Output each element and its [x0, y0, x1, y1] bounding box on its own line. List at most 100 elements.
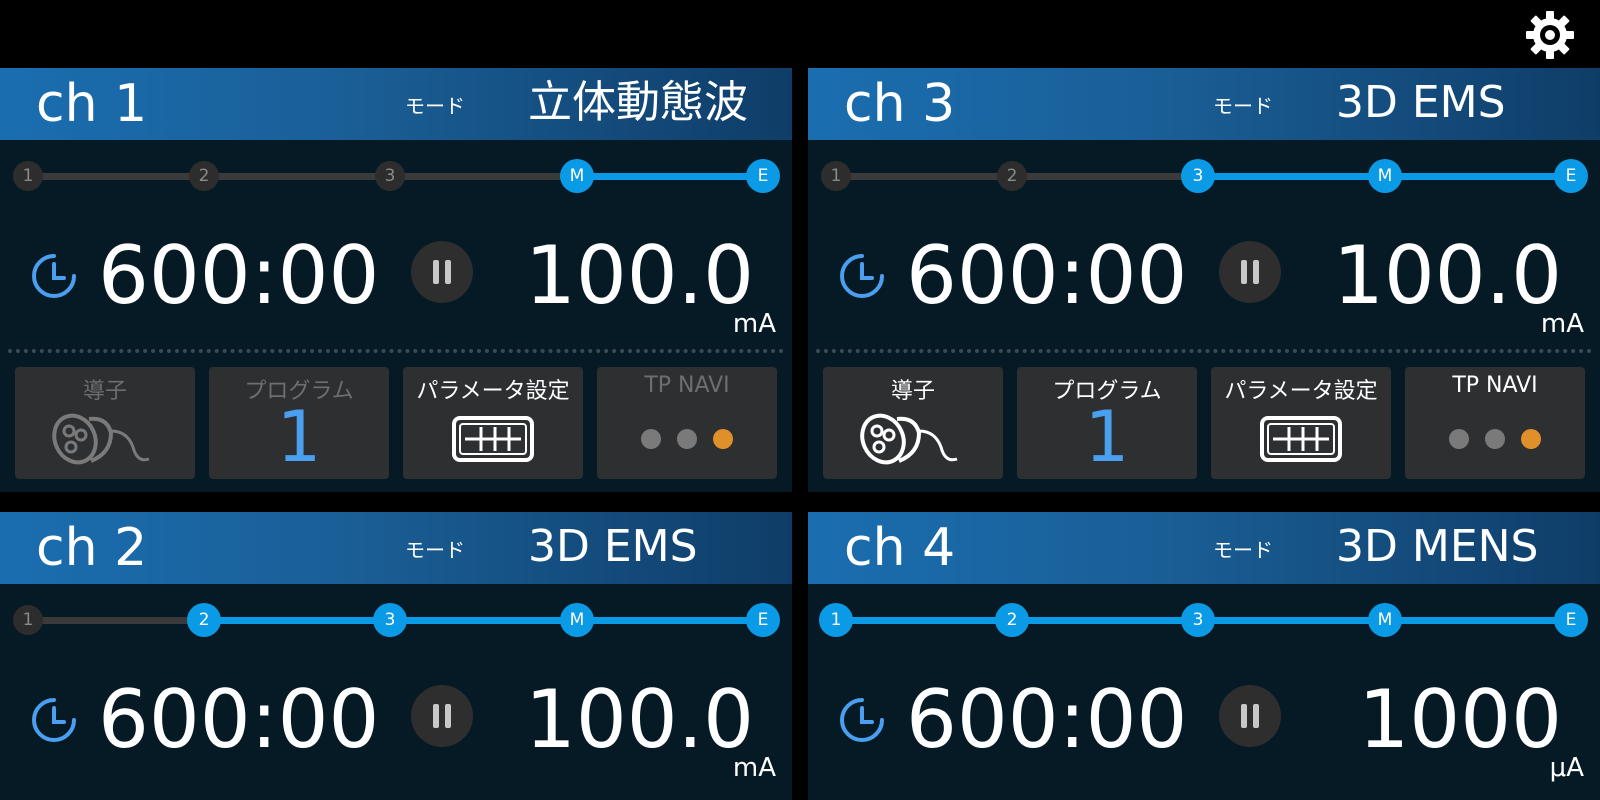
clock-icon [840, 254, 884, 298]
step-1[interactable]: 1 [821, 161, 851, 191]
program-button[interactable]: プログラム 1 [209, 367, 389, 479]
step-1[interactable]: 1 [13, 605, 43, 635]
timer-display: 600:00 [98, 673, 380, 766]
mode-value[interactable]: 3D MENS [1336, 522, 1538, 572]
gear-icon[interactable] [1523, 8, 1577, 62]
mode-value[interactable]: 立体動態波 [528, 78, 748, 128]
step-m[interactable]: M [562, 161, 592, 191]
pause-button[interactable] [411, 685, 473, 747]
channel-panel-ch1: ch 1 モード 立体動態波 1 2 3 M E 600:00 100.0 mA 導子 プログラム 1 パラ… [0, 68, 792, 492]
pause-icon [433, 260, 439, 284]
channel-name: ch 1 [36, 74, 148, 134]
separator [8, 349, 784, 353]
step-connector [1385, 173, 1571, 180]
step-connector [1198, 617, 1385, 624]
step-m[interactable]: M [1370, 161, 1400, 191]
step-1[interactable]: 1 [821, 605, 851, 635]
clock-icon [32, 698, 76, 742]
channel-name: ch 3 [844, 74, 956, 134]
step-e[interactable]: E [1556, 161, 1586, 191]
parameter-grid-icon [452, 416, 534, 462]
channel-panel-ch2: ch 2 モード 3D EMS 1 2 3 M E 600:00 100.0 mA [0, 512, 792, 800]
navi-indicator [713, 429, 733, 449]
channel-name: ch 2 [36, 518, 148, 578]
pause-icon [433, 704, 439, 728]
probe-icon [860, 413, 958, 465]
pause-button[interactable] [1219, 685, 1281, 747]
step-m[interactable]: M [562, 605, 592, 635]
params-button[interactable]: パラメータ設定 [403, 367, 583, 479]
step-3[interactable]: 3 [375, 161, 405, 191]
pause-icon [1253, 260, 1259, 284]
params-label: パラメータ設定 [1224, 379, 1378, 404]
navi-indicator [641, 429, 661, 449]
step-2[interactable]: 2 [189, 605, 219, 635]
step-e[interactable]: E [1556, 605, 1586, 635]
parameter-grid-icon [1260, 416, 1342, 462]
step-3[interactable]: 3 [1183, 605, 1213, 635]
params-button[interactable]: パラメータ設定 [1211, 367, 1391, 479]
navi-indicator [1485, 429, 1505, 449]
step-connector [204, 173, 390, 180]
current-display[interactable]: 100.0 [1333, 232, 1562, 320]
mode-value[interactable]: 3D EMS [1336, 78, 1506, 128]
mode-value[interactable]: 3D EMS [528, 522, 698, 572]
probe-icon [52, 413, 150, 465]
channel-panel-ch3: ch 3 モード 3D EMS 1 2 3 M E 600:00 100.0 mA 導子 プログラム 1 パ… [808, 68, 1600, 492]
timer-display: 600:00 [906, 673, 1188, 766]
pause-icon [445, 704, 451, 728]
step-connector [577, 617, 763, 624]
step-connector [204, 617, 390, 624]
step-connector [28, 617, 204, 624]
program-button[interactable]: プログラム 1 [1017, 367, 1197, 479]
pause-icon [445, 260, 451, 284]
navi-indicator [1521, 429, 1541, 449]
separator [816, 349, 1592, 353]
step-3[interactable]: 3 [375, 605, 405, 635]
navi-button[interactable]: TP NAVI [1405, 367, 1585, 479]
mode-label: モード [405, 538, 465, 562]
program-number: 1 [1084, 396, 1130, 478]
current-display[interactable]: 100.0 [525, 676, 754, 764]
electrode-button[interactable]: 導子 [823, 367, 1003, 479]
clock-icon [840, 698, 884, 742]
step-connector [390, 617, 577, 624]
step-connector [28, 173, 204, 180]
channel-panel-ch4: ch 4 モード 3D MENS 1 2 3 M E 600:00 1000 μA [808, 512, 1600, 800]
pause-button[interactable] [411, 241, 473, 303]
step-e[interactable]: E [748, 605, 778, 635]
step-3[interactable]: 3 [1183, 161, 1213, 191]
panel-header: ch 3 モード 3D EMS [808, 68, 1600, 140]
step-2[interactable]: 2 [997, 161, 1027, 191]
step-connector [390, 173, 577, 180]
step-2[interactable]: 2 [997, 605, 1027, 635]
current-unit: mA [732, 753, 776, 783]
panel-header: ch 2 モード 3D EMS [0, 512, 792, 584]
navi-label: TP NAVI [1452, 373, 1538, 398]
navi-button[interactable]: TP NAVI [597, 367, 777, 479]
navi-indicator [1449, 429, 1469, 449]
clock-icon [32, 254, 76, 298]
step-connector [1012, 617, 1198, 624]
timer-display: 600:00 [906, 229, 1188, 322]
electrode-button[interactable]: 導子 [15, 367, 195, 479]
pause-icon [1253, 704, 1259, 728]
step-connector [577, 173, 763, 180]
params-label: パラメータ設定 [416, 379, 570, 404]
mode-label: モード [405, 94, 465, 118]
step-connector [1385, 617, 1571, 624]
pause-button[interactable] [1219, 241, 1281, 303]
step-2[interactable]: 2 [189, 161, 219, 191]
step-e[interactable]: E [748, 161, 778, 191]
current-unit: mA [1540, 309, 1584, 339]
current-display[interactable]: 1000 [1358, 676, 1562, 764]
panel-header: ch 4 モード 3D MENS [808, 512, 1600, 584]
step-connector [1198, 173, 1385, 180]
step-m[interactable]: M [1370, 605, 1400, 635]
navi-indicator [677, 429, 697, 449]
panel-header: ch 1 モード 立体動態波 [0, 68, 792, 140]
step-1[interactable]: 1 [13, 161, 43, 191]
mode-label: モード [1213, 94, 1273, 118]
current-unit: μA [1549, 753, 1584, 783]
current-display[interactable]: 100.0 [525, 232, 754, 320]
